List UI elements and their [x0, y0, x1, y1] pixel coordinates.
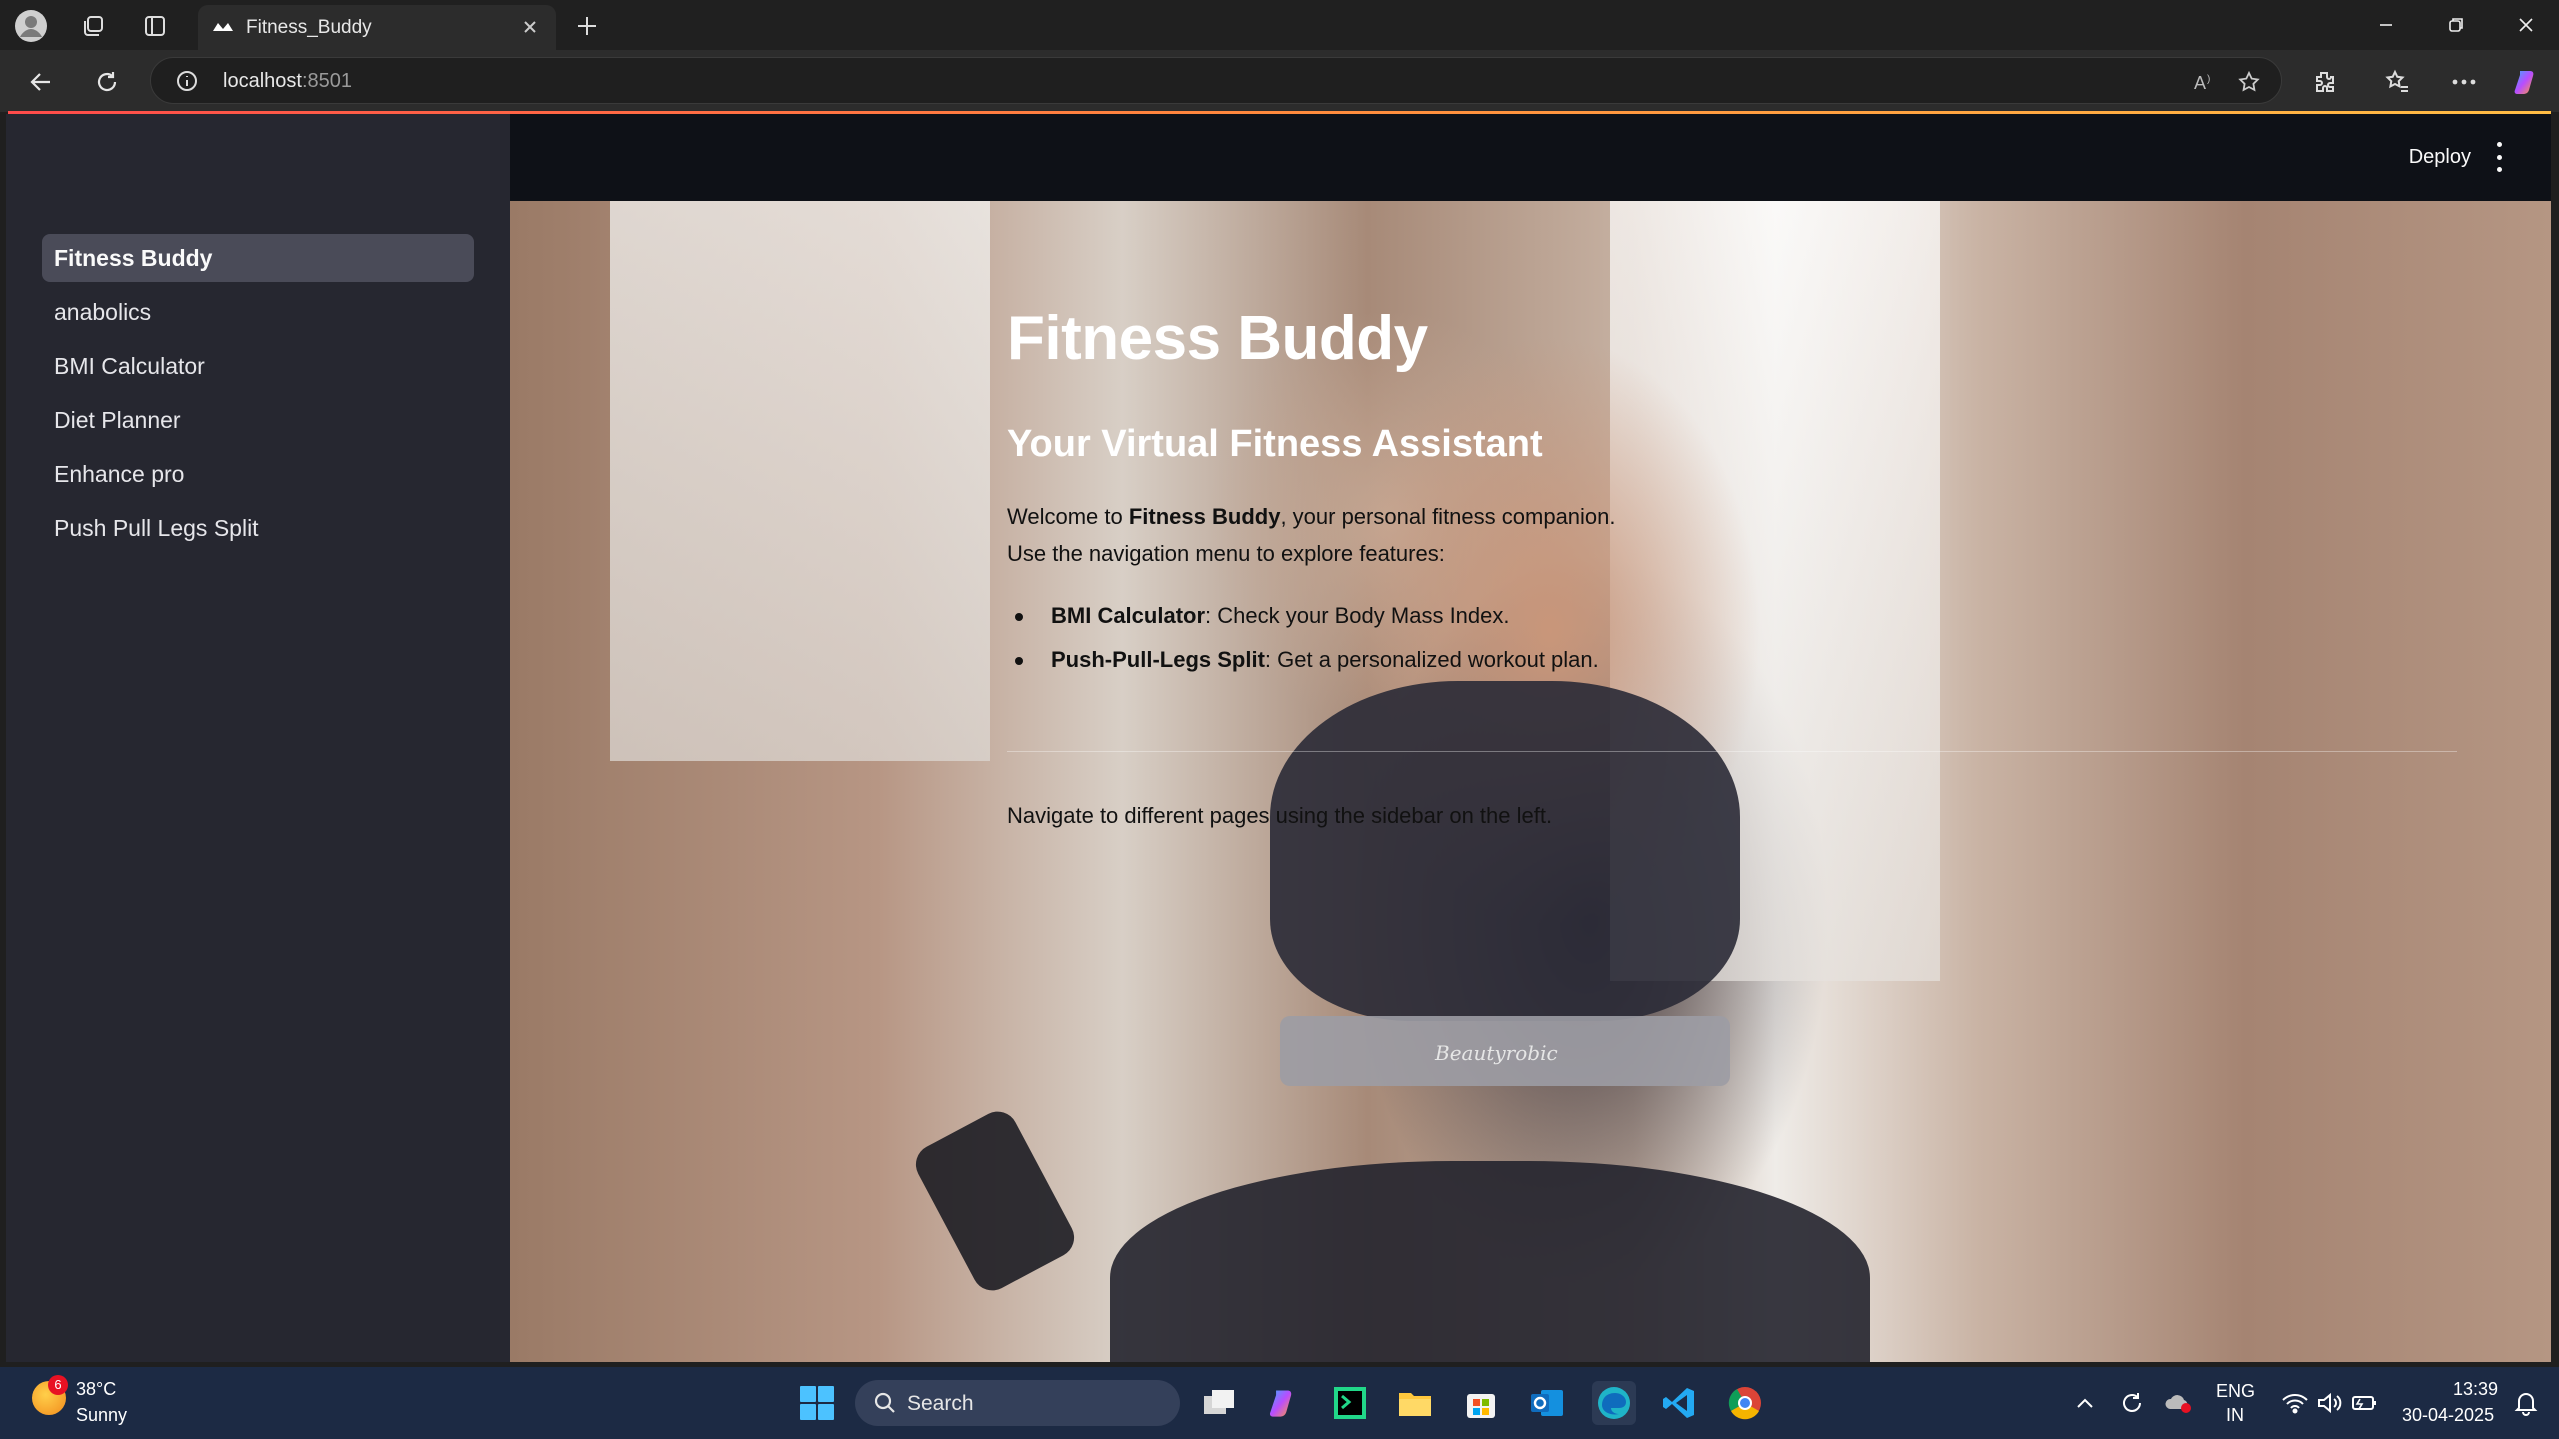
browser-tab-bar: Fitness_Buddy: [0, 0, 2559, 50]
sidebar-item-bmi-calculator[interactable]: BMI Calculator: [42, 342, 474, 390]
sync-icon[interactable]: [2110, 1381, 2154, 1425]
main-content: Beautyrobic Fitness Buddy Your Virtual F…: [510, 201, 2551, 1362]
language-bottom[interactable]: IN: [2226, 1405, 2244, 1426]
streamlit-app: Fitness Buddy anabolics BMI Calculator D…: [6, 114, 2551, 1362]
sidebar-item-anabolics[interactable]: anabolics: [42, 288, 474, 336]
windows-start-icon[interactable]: [795, 1381, 839, 1425]
weather-desc[interactable]: Sunny: [76, 1405, 127, 1426]
image-logo-text: Beautyrobic: [1435, 1041, 1558, 1065]
svg-text:A: A: [2194, 73, 2206, 93]
chrome-icon[interactable]: [1723, 1381, 1767, 1425]
site-info-icon[interactable]: [175, 69, 199, 97]
battery-icon[interactable]: [2343, 1381, 2387, 1425]
sidebar-item-diet-planner[interactable]: Diet Planner: [42, 396, 474, 444]
profile-icon[interactable]: [14, 9, 48, 43]
streamlit-favicon-icon: [212, 17, 234, 41]
task-view-icon[interactable]: [1197, 1381, 1241, 1425]
tab-close-icon[interactable]: [516, 13, 544, 41]
svg-text:): ): [2207, 74, 2210, 85]
sidebar-item-fitness-buddy[interactable]: Fitness Buddy: [42, 234, 474, 282]
bullet-icon: [1015, 613, 1023, 621]
microsoft-store-icon[interactable]: [1459, 1381, 1503, 1425]
address-toolbar: localhost:8501 A): [0, 50, 2559, 112]
minimize-icon[interactable]: [2358, 4, 2414, 46]
language-top[interactable]: ENG: [2216, 1381, 2255, 1402]
weather-temp[interactable]: 38°C: [76, 1379, 116, 1400]
clock-time[interactable]: 13:39: [2453, 1379, 2498, 1400]
taskbar-search-input[interactable]: Search: [855, 1380, 1180, 1426]
taskbar: 6 38°C Sunny Search ENG IN 13:39 30-04-2…: [0, 1367, 2559, 1439]
notifications-icon[interactable]: [2504, 1381, 2548, 1425]
back-icon[interactable]: [22, 63, 60, 101]
tab-actions-icon[interactable]: [138, 9, 172, 43]
outlook-icon[interactable]: [1525, 1381, 1569, 1425]
main-menu-icon[interactable]: [2493, 142, 2505, 172]
close-window-icon[interactable]: [2498, 4, 2554, 46]
address-input[interactable]: localhost:8501 A): [150, 57, 2282, 104]
sidebar-item-push-pull-legs[interactable]: Push Pull Legs Split: [42, 504, 474, 552]
clock-date[interactable]: 30-04-2025: [2402, 1405, 2494, 1426]
sidebar: Fitness Buddy anabolics BMI Calculator D…: [6, 114, 510, 1362]
read-aloud-icon[interactable]: A): [2193, 68, 2221, 96]
restore-icon[interactable]: [2428, 4, 2484, 46]
divider: [1007, 751, 2457, 752]
sidebar-item-enhance-pro[interactable]: Enhance pro: [42, 450, 474, 498]
image-wristband: [908, 1104, 1082, 1298]
copilot-icon[interactable]: [2508, 63, 2546, 101]
extensions-icon[interactable]: [2305, 63, 2343, 101]
favorites-icon[interactable]: [2378, 63, 2416, 101]
search-label: Search: [907, 1392, 974, 1415]
browser-tab-active[interactable]: Fitness_Buddy: [198, 5, 556, 50]
url-text: localhost:8501: [223, 70, 352, 92]
bullet-icon: [1015, 657, 1023, 665]
page-subtitle: Your Virtual Fitness Assistant: [1007, 423, 1543, 465]
workspaces-icon[interactable]: [76, 9, 110, 43]
edge-browser-icon[interactable]: [1592, 1381, 1636, 1425]
copilot-app-icon[interactable]: [1262, 1381, 1306, 1425]
onedrive-icon[interactable]: [2157, 1381, 2201, 1425]
footer-text: Navigate to different pages using the si…: [1007, 803, 1553, 828]
intro-line-2: Use the navigation menu to explore featu…: [1007, 541, 1445, 566]
image-sports-top: [1270, 681, 1740, 1021]
show-hidden-icons-icon[interactable]: [2063, 1381, 2107, 1425]
background-window-left: [610, 201, 990, 761]
more-options-icon[interactable]: [2445, 63, 2483, 101]
favorite-star-icon[interactable]: [2235, 68, 2263, 96]
search-icon: [873, 1391, 897, 1419]
tab-title: Fitness_Buddy: [246, 17, 372, 38]
pycharm-icon[interactable]: [1328, 1381, 1372, 1425]
file-explorer-icon[interactable]: [1393, 1381, 1437, 1425]
weather-badge: 6: [48, 1375, 68, 1395]
deploy-button[interactable]: Deploy: [2409, 146, 2471, 169]
intro-paragraph: Welcome to Fitness Buddy, your personal …: [1007, 504, 1616, 529]
vscode-icon[interactable]: [1657, 1381, 1701, 1425]
app-header: Deploy: [510, 114, 2551, 201]
new-tab-icon[interactable]: [570, 9, 604, 43]
image-leggings: [1110, 1161, 1870, 1362]
refresh-icon[interactable]: [88, 63, 126, 101]
page-title: Fitness Buddy: [1007, 304, 1428, 373]
